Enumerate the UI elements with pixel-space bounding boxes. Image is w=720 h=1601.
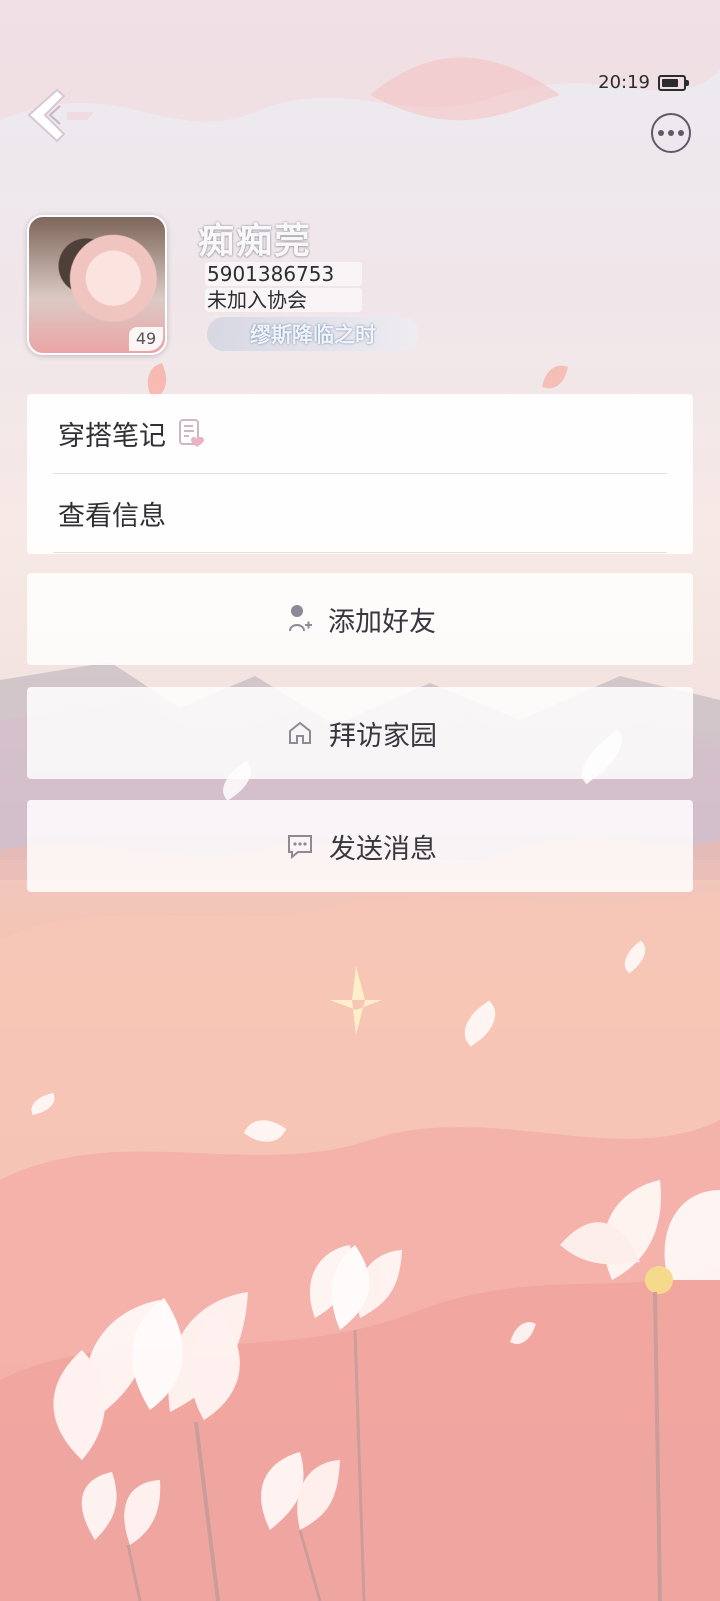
status-time: 20:19 — [598, 72, 650, 93]
more-options-icon — [658, 130, 664, 136]
visit-home-button[interactable]: 拜访家园 — [27, 687, 693, 779]
send-message-label: 发送消息 — [329, 833, 437, 865]
add-friend-label: 添加好友 — [328, 606, 436, 638]
player-avatar[interactable]: 49 — [27, 215, 167, 355]
more-options-button[interactable] — [651, 113, 691, 153]
battery-icon — [658, 74, 689, 91]
player-nickname: 痴痴莞 — [198, 221, 313, 262]
home-icon — [289, 721, 311, 744]
user-plus-icon — [289, 605, 312, 632]
status-bar: 20:19 — [598, 72, 689, 93]
visit-home-label: 拜访家园 — [329, 720, 437, 752]
view-info-row[interactable]: 查看信息 — [27, 474, 693, 554]
avatar-level-badge: 49 — [129, 327, 163, 351]
profile-menu-panel: 穿搭笔记 查看信息 — [27, 394, 693, 554]
view-info-label: 查看信息 — [58, 501, 166, 532]
menu-divider — [53, 552, 667, 553]
player-title-badge: 缪斯降临之时 — [207, 317, 419, 351]
send-message-button[interactable]: 发送消息 — [27, 800, 693, 892]
outfit-notes-label: 穿搭笔记 — [58, 421, 166, 452]
chat-bubble-icon — [288, 835, 312, 859]
add-friend-content: 添加好友 — [288, 600, 436, 639]
send-message-content: 发送消息 — [287, 827, 437, 866]
back-arrow-icon — [27, 88, 94, 143]
player-id: 5901386753 — [205, 262, 362, 286]
visit-home-content: 拜访家园 — [287, 714, 437, 753]
guild-status: 未加入协会 — [205, 288, 362, 312]
add-friend-button[interactable]: 添加好友 — [27, 573, 693, 665]
notebook-icon — [179, 419, 204, 447]
outfit-notes-row[interactable]: 穿搭笔记 — [27, 394, 693, 474]
back-button[interactable] — [22, 86, 96, 148]
